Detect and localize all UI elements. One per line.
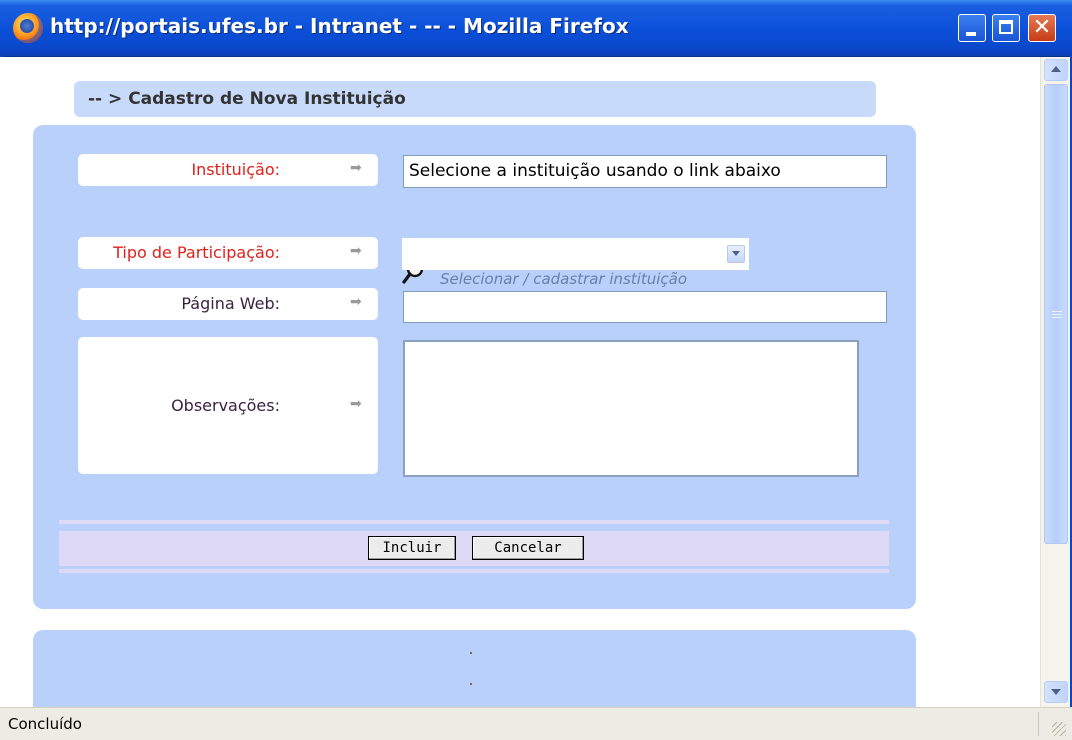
scrollbar-grip (1052, 314, 1062, 315)
close-button[interactable]: ✕ (1028, 14, 1056, 42)
cancelar-button[interactable]: Cancelar (472, 536, 584, 560)
close-icon: ✕ (1032, 15, 1052, 40)
pagina-web-field[interactable] (403, 291, 887, 323)
arrow-right-icon: ➡ (350, 294, 362, 310)
instituicao-label: Instituição: (191, 160, 280, 179)
pagina-web-label-box: Página Web: ➡ (78, 288, 378, 320)
minimize-button[interactable] (958, 14, 986, 42)
arrow-right-icon: ➡ (350, 243, 362, 259)
strip-divider-top (59, 520, 889, 524)
arrow-right-icon: ➡ (350, 160, 362, 176)
tipo-participacao-label-box: Tipo de Participação: ➡ (78, 237, 378, 269)
footer-panel (33, 630, 916, 707)
footer-dot (470, 683, 472, 685)
chevron-down-icon[interactable] (727, 245, 745, 263)
strip-divider-bottom (59, 569, 889, 573)
arrow-right-icon: ➡ (350, 396, 362, 412)
vertical-scrollbar[interactable] (1040, 57, 1070, 707)
scrollbar-thumb[interactable] (1044, 84, 1068, 544)
tipo-participacao-select[interactable] (402, 238, 749, 270)
scroll-up-icon[interactable] (1044, 59, 1068, 81)
select-instituicao-link[interactable]: Selecionar / cadastrar instituição (440, 270, 687, 288)
incluir-button[interactable]: Incluir (368, 536, 456, 560)
scrollbar-grip (1052, 317, 1062, 318)
status-text: Concluído (8, 715, 82, 733)
observacoes-textarea[interactable] (403, 340, 859, 477)
tipo-participacao-label: Tipo de Participação: (113, 243, 280, 262)
minimize-icon (966, 32, 976, 36)
button-strip: Incluir Cancelar (59, 520, 889, 575)
footer-dot (470, 652, 472, 654)
window-title: http://portais.ufes.br - Intranet - -- -… (50, 14, 629, 38)
page-content: -- > Cadastro de Nova Instituição Instit… (0, 57, 1040, 707)
pagina-web-label: Página Web: (181, 294, 280, 313)
resize-grip-icon[interactable] (1052, 722, 1066, 736)
status-bar: Concluído (0, 707, 1072, 740)
instituicao-field[interactable]: Selecione a instituição usando o link ab… (403, 155, 887, 188)
observacoes-label: Observações: (171, 396, 280, 415)
firefox-icon (13, 13, 43, 43)
maximize-icon (999, 20, 1013, 34)
scrollbar-grip (1052, 311, 1062, 312)
maximize-button[interactable] (992, 14, 1020, 42)
observacoes-label-box: Observações: ➡ (78, 337, 378, 474)
scroll-down-icon[interactable] (1044, 681, 1068, 703)
instituicao-label-box: Instituição: ➡ (78, 154, 378, 186)
page-title: -- > Cadastro de Nova Instituição (88, 89, 406, 109)
window-titlebar: http://portais.ufes.br - Intranet - -- -… (0, 0, 1072, 57)
page-heading-bar: -- > Cadastro de Nova Instituição (74, 81, 876, 117)
status-separator (1038, 712, 1039, 736)
form-panel: Instituição: ➡ Selecione a instituição u… (33, 125, 916, 609)
